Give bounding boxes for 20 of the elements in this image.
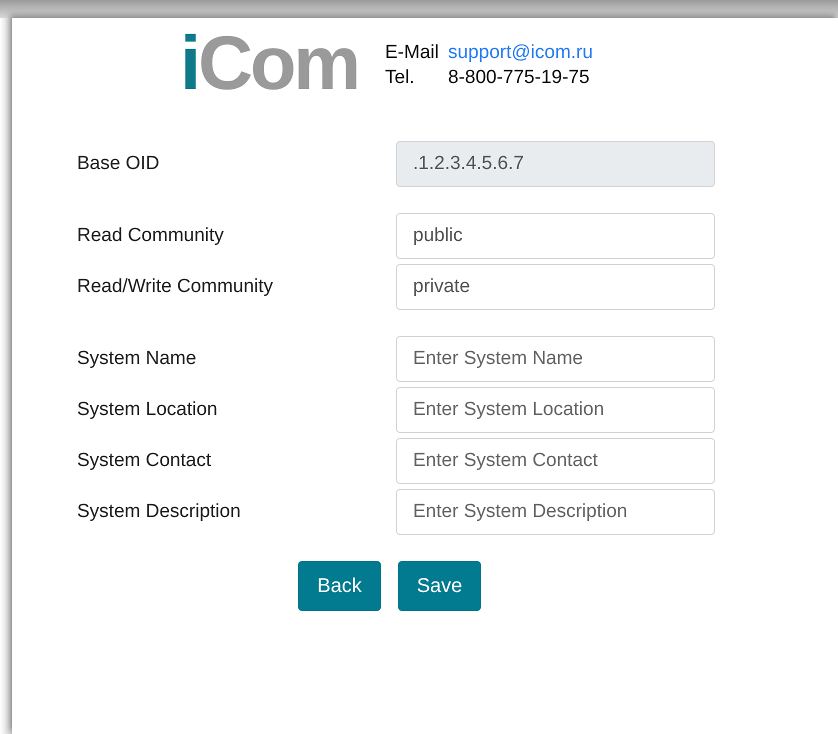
- form-button[interactable]: Save: [398, 561, 481, 611]
- email-label: E-Mail: [385, 41, 440, 65]
- field-label: System Location: [77, 399, 218, 421]
- input-field[interactable]: Enter System Name: [396, 336, 715, 382]
- input-field[interactable]: public: [396, 213, 715, 259]
- field-label: Read Community: [77, 225, 225, 247]
- field-label: System Name: [77, 348, 198, 370]
- logo: iCom: [180, 24, 360, 104]
- input-field[interactable]: Enter System Contact: [396, 438, 715, 484]
- input-field[interactable]: private: [396, 264, 715, 310]
- field-label: System Contact: [77, 450, 212, 472]
- field-label: System Description: [77, 501, 242, 523]
- input-field[interactable]: Enter System Location: [396, 387, 715, 433]
- phone-label: Tel.: [385, 66, 416, 90]
- email-link[interactable]: support@icom.ru: [448, 40, 593, 65]
- phone-number: 8-800-775-19-75: [448, 66, 590, 90]
- field-label: Base OID: [77, 153, 160, 175]
- field-label: Read/Write Community: [77, 276, 274, 298]
- input-field[interactable]: Enter System Description: [396, 489, 715, 535]
- form-button[interactable]: Back: [298, 561, 381, 611]
